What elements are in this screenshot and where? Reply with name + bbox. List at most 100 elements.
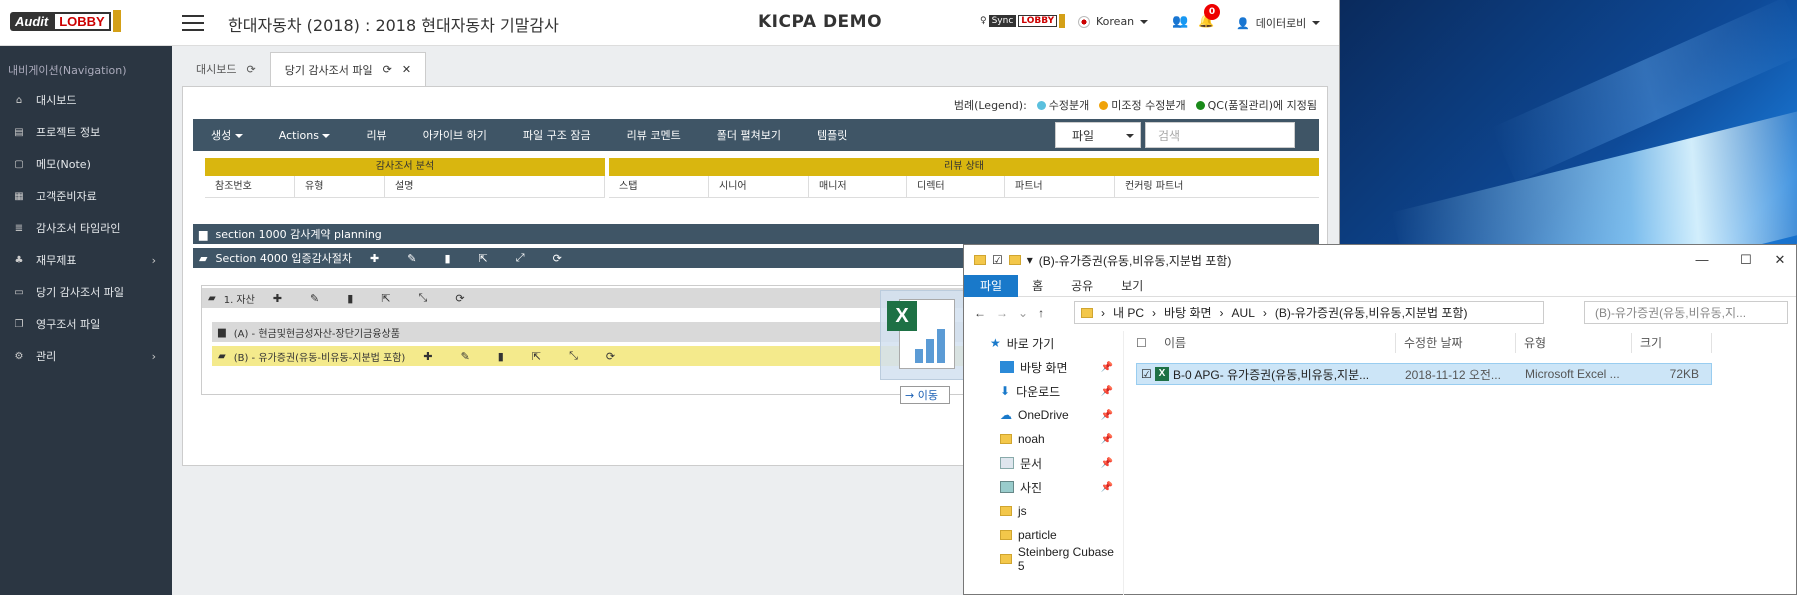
add-icon[interactable]: ✚ <box>370 252 379 265</box>
tree-item-onedrive[interactable]: ☁ OneDrive 📌 <box>964 403 1123 427</box>
column-header[interactable]: 참조번호 <box>205 176 295 197</box>
edit-icon[interactable]: ✎ <box>461 350 470 363</box>
file-icon[interactable]: ▮ <box>498 350 504 363</box>
up-arrow-icon[interactable]: ↑ <box>1038 306 1044 320</box>
column-header-name[interactable]: 이름 <box>1156 333 1396 353</box>
template-button[interactable]: 템플릿 <box>799 127 865 143</box>
create-menu[interactable]: 생성 <box>193 127 261 143</box>
actions-menu[interactable]: Actions <box>261 129 349 142</box>
sidebar-item-financial-statements[interactable]: ♣ 재무제표 › <box>0 244 172 276</box>
language-selector[interactable]: Korean <box>1078 15 1149 28</box>
edit-icon[interactable]: ✎ <box>407 252 416 265</box>
search-input[interactable]: 검색 <box>1145 122 1295 148</box>
expand-folders-button[interactable]: 폴더 펼쳐보기 <box>699 127 799 143</box>
back-arrow-icon[interactable]: ← <box>974 306 986 320</box>
column-header[interactable]: 컨커링 파트너 <box>1115 176 1319 197</box>
refresh-icon[interactable]: ⟳ <box>553 252 562 265</box>
tree-item-downloads[interactable]: ⬇ 다운로드 📌 <box>964 379 1123 403</box>
sidebar-item-timeline[interactable]: ≣ 감사조서 타임라인 <box>0 212 172 244</box>
file-icon[interactable]: ▮ <box>347 292 353 305</box>
address-bar[interactable]: › 내 PC › 바탕 화면 › AUL › (B)-유가증권(유동,비유동,지… <box>1074 301 1544 324</box>
excel-file-icon: X <box>1155 367 1169 381</box>
breadcrumb-item[interactable]: AUL <box>1232 306 1255 320</box>
compress-icon[interactable]: ⤡ <box>569 349 578 363</box>
sidebar-item-dashboard[interactable]: ⌂ 대시보드 <box>0 84 172 116</box>
legend-dot-blue <box>1036 101 1046 110</box>
select-all-checkbox[interactable]: ☐ <box>1136 333 1156 353</box>
users-icon[interactable]: 👥 <box>1172 14 1188 29</box>
column-header[interactable]: 설명 <box>385 176 605 197</box>
sync-lobby-button[interactable]: ♀ Sync LOBBY <box>980 14 1066 28</box>
tree-item-particle[interactable]: particle <box>964 523 1123 547</box>
sidebar-item-note[interactable]: ▢ 메모(Note) <box>0 148 172 180</box>
folder-section-1000[interactable]: ▆ section 1000 감사계약 planning <box>193 224 1319 244</box>
user-menu[interactable]: 👤 데이터로비 <box>1236 15 1321 31</box>
forward-arrow-icon[interactable]: → <box>996 306 1008 320</box>
compress-icon[interactable]: ⤡ <box>419 291 428 305</box>
breadcrumb-item[interactable]: 바탕 화면 <box>1164 304 1212 321</box>
folder-label: 1. 자산 <box>223 294 255 306</box>
refresh-icon[interactable]: ⟳ <box>455 292 464 305</box>
ribbon-tab-home[interactable]: 홈 <box>1018 275 1057 297</box>
edit-icon[interactable]: ✎ <box>310 292 319 305</box>
close-window-button[interactable]: ✕ <box>1758 245 1797 275</box>
tree-item-js[interactable]: js <box>964 499 1123 523</box>
tree-item-desktop[interactable]: 바탕 화면 📌 <box>964 355 1123 379</box>
column-header[interactable]: 매니저 <box>809 176 907 197</box>
legend-label: 미조정 수정분개 <box>1111 99 1186 112</box>
sidebar-item-project-info[interactable]: ▤ 프로젝트 정보 <box>0 116 172 148</box>
column-header[interactable]: 디렉터 <box>907 176 1005 197</box>
review-comment-button[interactable]: 리뷰 코멘트 <box>609 127 699 143</box>
column-header[interactable]: 파트너 <box>1005 176 1115 197</box>
tree-item-documents[interactable]: 문서 📌 <box>964 451 1123 475</box>
file-checkbox[interactable]: ☑ <box>1137 367 1155 381</box>
arrow-right-icon: → <box>905 388 915 402</box>
calendar-icon: ▦ <box>14 190 24 202</box>
tree-item-pictures[interactable]: 사진 📌 <box>964 475 1123 499</box>
add-icon[interactable]: ✚ <box>273 292 282 305</box>
breadcrumb-item[interactable]: 내 PC <box>1113 304 1144 321</box>
column-header-type[interactable]: 유형 <box>1516 333 1632 353</box>
share-icon[interactable]: ⇱ <box>381 292 390 305</box>
search-scope-select[interactable]: 파일 <box>1055 122 1141 148</box>
folder-label: section 1000 감사계약 planning <box>215 228 382 241</box>
file-row[interactable]: ☑ X B-0 APG- 유가증권(유동,비유동,지분... 2018-11-1… <box>1136 363 1712 385</box>
column-header[interactable]: 스탭 <box>609 176 709 197</box>
sidebar-item-permanent-files[interactable]: ❐ 영구조서 파일 <box>0 308 172 340</box>
refresh-icon[interactable]: ⟳ <box>606 350 615 363</box>
review-button[interactable]: 리뷰 <box>348 127 404 143</box>
tab-dashboard[interactable]: 대시보드 ⟳ <box>182 52 270 86</box>
archive-button[interactable]: 아카이브 하기 <box>405 127 505 143</box>
refresh-icon[interactable]: ⟳ <box>383 63 392 76</box>
checkbox-icon[interactable]: ☑ <box>992 253 1003 267</box>
breadcrumb-item[interactable]: (B)-유가증권(유동,비유동,지분법 포함) <box>1275 304 1468 321</box>
audit-lobby-logo[interactable]: Audit LOBBY <box>10 10 121 32</box>
ribbon-tab-file[interactable]: 파일 <box>964 274 1019 297</box>
explorer-search-input[interactable]: (B)-유가증권(유동,비유동,지... <box>1584 301 1788 324</box>
tree-item-quick-access[interactable]: ★ 바로 가기 <box>964 331 1123 355</box>
tree-item-noah[interactable]: noah 📌 <box>964 427 1123 451</box>
tab-current-files[interactable]: 당기 감사조서 파일 ⟳ ✕ <box>269 52 427 86</box>
share-icon[interactable]: ⇱ <box>479 252 488 265</box>
share-icon[interactable]: ⇱ <box>532 350 541 363</box>
refresh-icon[interactable]: ⟳ <box>246 63 255 76</box>
close-icon[interactable]: ✕ <box>402 63 411 76</box>
ribbon-tab-share[interactable]: 공유 <box>1057 275 1107 297</box>
column-header[interactable]: 유형 <box>295 176 385 197</box>
expand-icon[interactable]: ⤢ <box>516 251 525 265</box>
column-header-size[interactable]: 크기 <box>1632 333 1712 353</box>
file-icon[interactable]: ▮ <box>444 252 450 265</box>
chevron-down-icon[interactable]: ▾ <box>1027 253 1033 267</box>
lock-structure-button[interactable]: 파일 구조 잠금 <box>505 127 609 143</box>
minimize-button[interactable]: — <box>1680 245 1724 275</box>
sidebar-item-admin[interactable]: ⚙ 관리 › <box>0 340 172 372</box>
ribbon-tab-view[interactable]: 보기 <box>1107 275 1157 297</box>
hamburger-menu-icon[interactable] <box>182 12 204 31</box>
recent-locations-icon[interactable]: ⌄ <box>1018 306 1028 320</box>
column-header-modified[interactable]: 수정한 날짜 <box>1396 333 1516 353</box>
sidebar-item-current-files[interactable]: ▭ 당기 감사조서 파일 <box>0 276 172 308</box>
column-header[interactable]: 시니어 <box>709 176 809 197</box>
add-icon[interactable]: ✚ <box>423 350 432 363</box>
sidebar-item-client-materials[interactable]: ▦ 고객준비자료 <box>0 180 172 212</box>
tree-item-steinberg[interactable]: Steinberg Cubase 5 <box>964 545 1123 573</box>
